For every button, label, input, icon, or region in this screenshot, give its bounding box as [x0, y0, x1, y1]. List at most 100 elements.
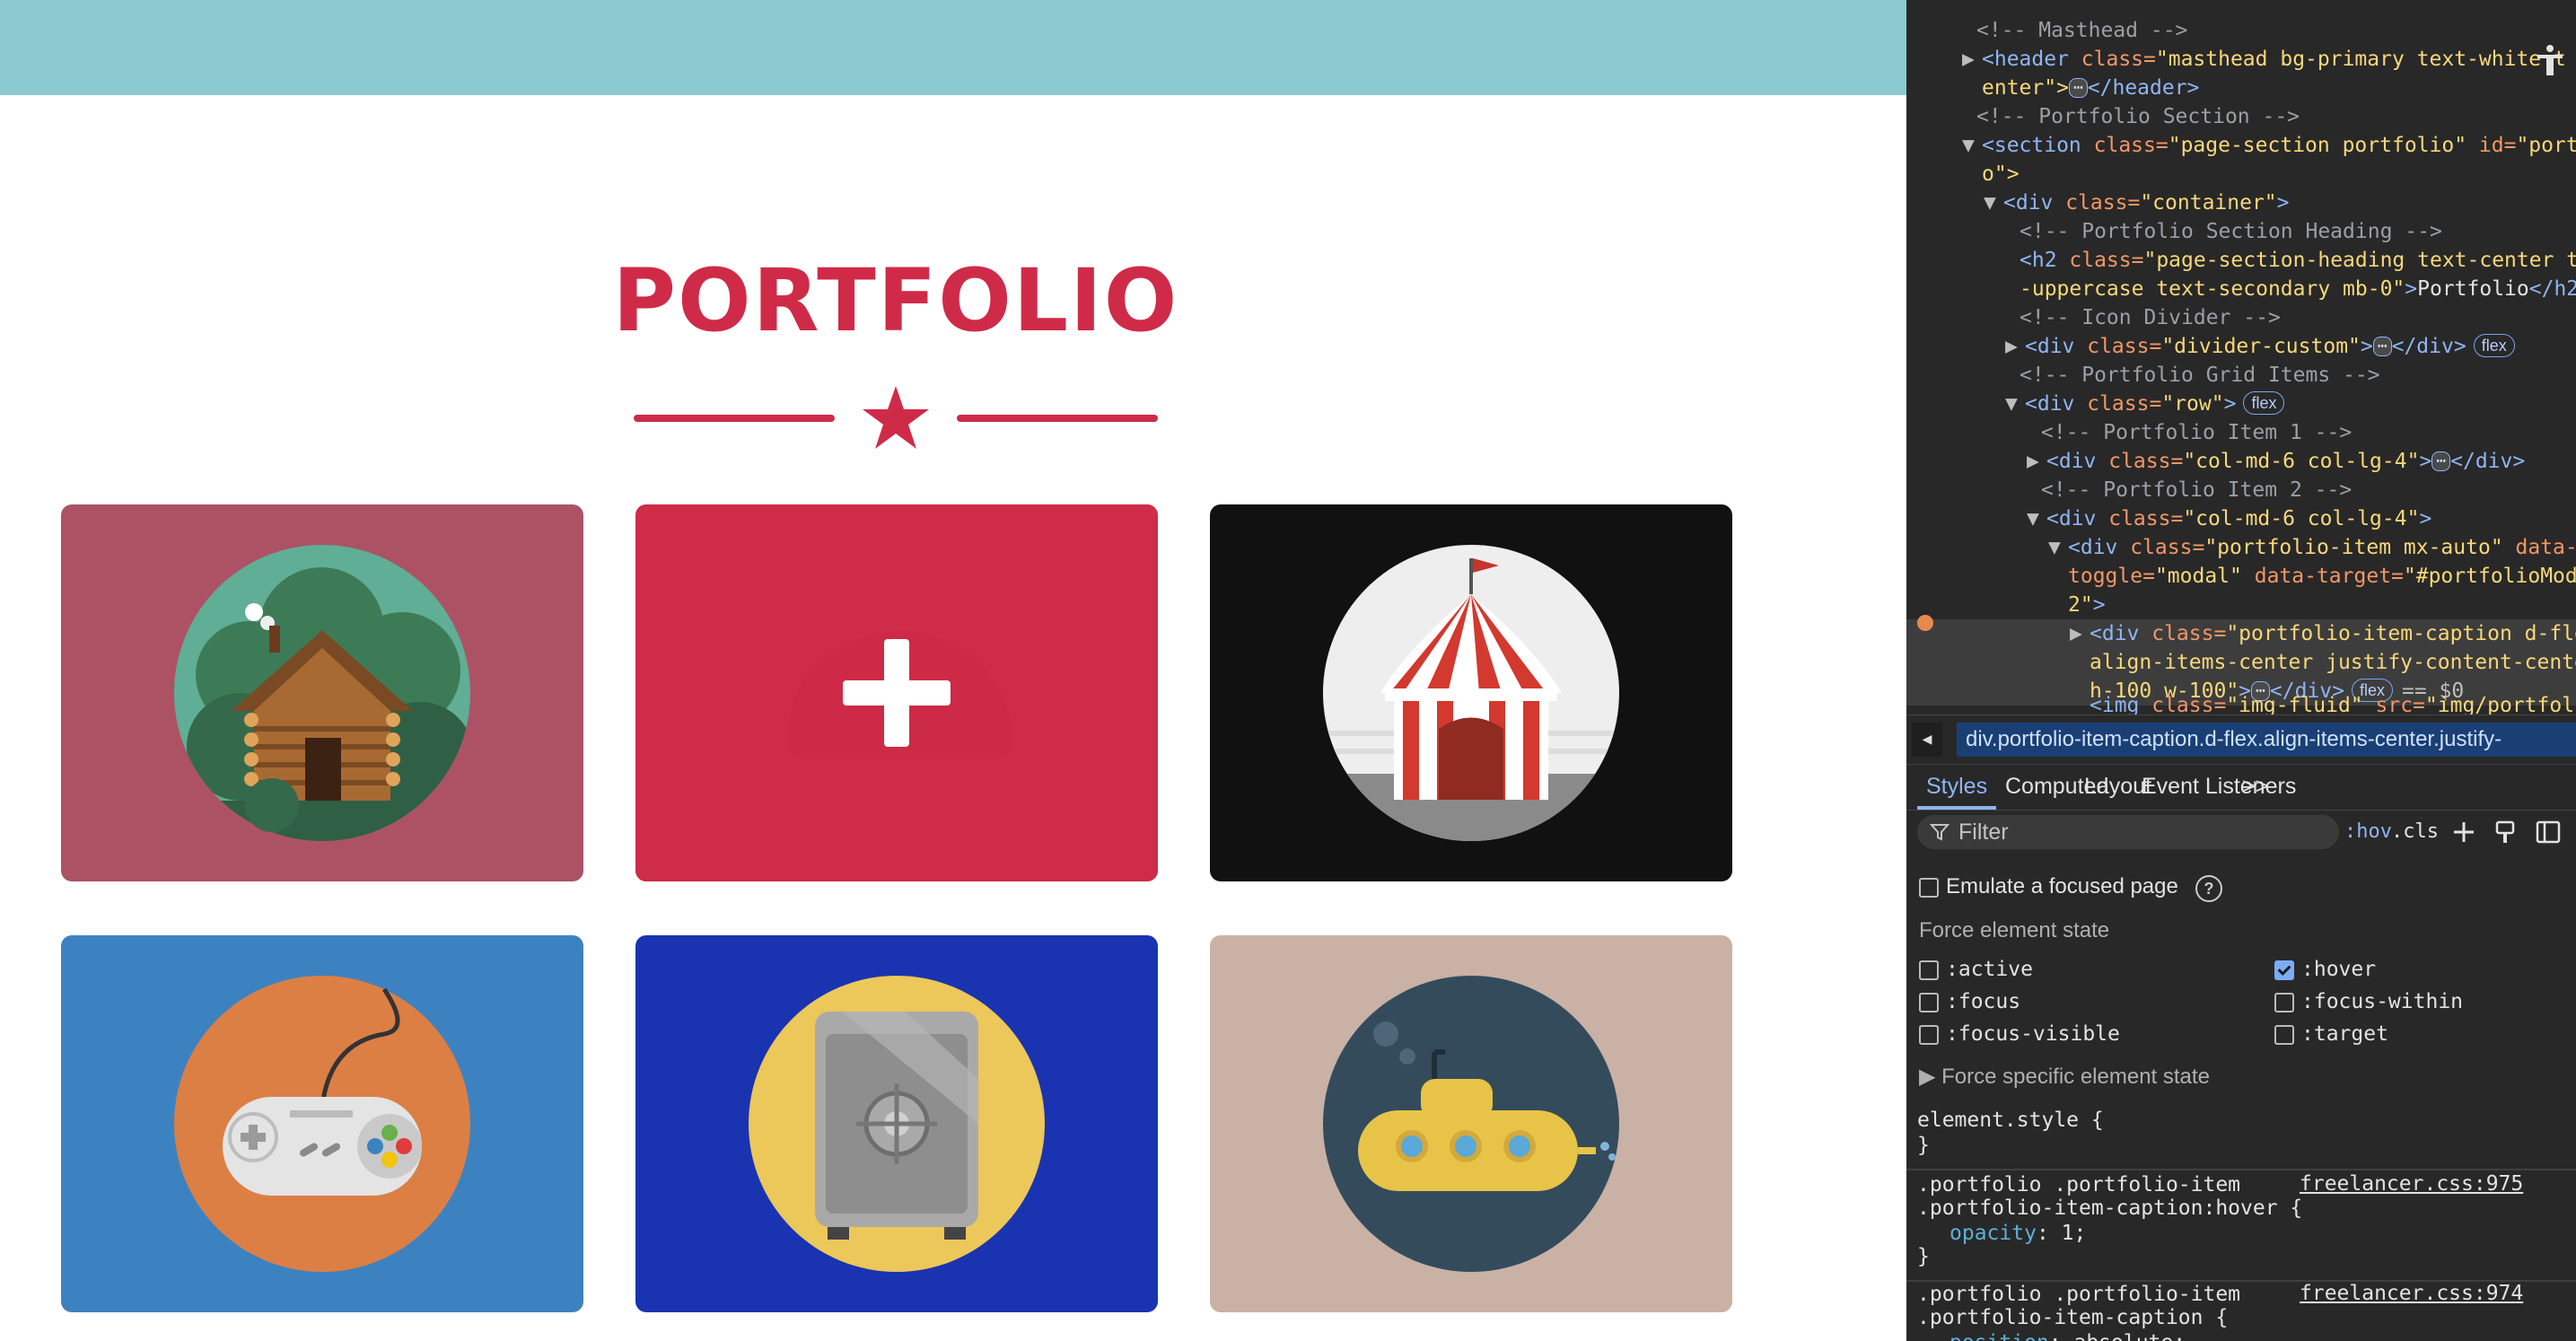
submarine-icon — [1323, 976, 1619, 1272]
divider-line-right — [957, 415, 1158, 422]
dom-tag: > — [2419, 507, 2432, 530]
collapse-triangle-icon[interactable]: ▼ — [2005, 390, 2025, 418]
portfolio-item-caption[interactable] — [635, 504, 1158, 881]
dom-line[interactable]: <!-- Portfolio Grid Items --> — [1906, 361, 2576, 390]
collapse-triangle-icon[interactable]: ▼ — [2048, 533, 2068, 562]
emulate-focus-checkbox[interactable] — [1919, 878, 1939, 898]
dom-comment: <!-- Portfolio Grid Items --> — [2020, 364, 2380, 387]
state-checkbox-focus-visible[interactable] — [1919, 1025, 1939, 1045]
tab-event-listeners[interactable]: Event Listeners — [2142, 763, 2296, 810]
dom-attr-value: "container" — [2140, 191, 2277, 215]
dom-line[interactable]: ▼ <section class="page-section portfolio"… — [1906, 131, 2576, 160]
rule-caption-source-link[interactable]: freelancer.css:974 — [2300, 1282, 2523, 1305]
ellipsis-badge[interactable]: ⋯ — [2068, 78, 2088, 98]
breadcrumb-scroll-left-icon[interactable]: ◀ — [1912, 723, 1942, 757]
portfolio-item-safe[interactable] — [635, 935, 1158, 1312]
portfolio-item-submarine[interactable] — [1210, 935, 1732, 1312]
portfolio-item-game[interactable] — [61, 935, 583, 1312]
dom-tag: </header> — [2087, 76, 2200, 100]
more-tabs-icon[interactable]: >> — [2242, 763, 2268, 810]
dom-line[interactable]: <!-- Icon Divider --> — [1906, 303, 2576, 332]
rule-element-style-selector[interactable]: element.style { — [1917, 1108, 2104, 1133]
flex-badge[interactable]: flex — [2243, 391, 2285, 415]
dom-comment: <!-- Portfolio Item 1 --> — [2041, 421, 2353, 444]
dom-line[interactable]: ▼ <div class="row"> flex — [1906, 390, 2576, 418]
dom-tag: > — [2276, 191, 2290, 215]
dom-attr-value: "#portfolioModal — [2403, 565, 2576, 588]
dom-attr-value: "img-fluid" — [2226, 694, 2363, 714]
breadcrumb-current-node[interactable]: div.portfolio-item-caption.d-flex.align-… — [1957, 723, 2576, 757]
state-label-target: :target — [2301, 1022, 2388, 1046]
accessibility-icon[interactable] — [2535, 43, 2565, 77]
portfolio-item-circus[interactable] — [1210, 504, 1732, 881]
rule-hover-selector[interactable]: .portfolio .portfolio-item — [1917, 1172, 2240, 1197]
dom-line[interactable]: <!-- Portfolio Item 2 --> — [1906, 476, 2576, 504]
expand-triangle-icon[interactable]: ▶ — [1962, 45, 1982, 74]
dom-line[interactable]: <img class="img-fluid" src="img/portfoli… — [1906, 691, 2576, 714]
rule-caption-declaration[interactable]: position: absolute; — [1917, 1330, 2186, 1341]
rule-hover-declaration[interactable]: opacity: 1; — [1917, 1221, 2086, 1246]
force-state-title: Force element state — [1919, 918, 2110, 942]
dom-line[interactable]: ▼ <div class="container"> — [1906, 188, 2576, 217]
expand-triangle-icon[interactable]: ▶ — [2005, 332, 2025, 361]
flex-badge[interactable]: flex — [2473, 334, 2515, 357]
cabin-icon — [174, 545, 470, 841]
state-checkbox-hover[interactable] — [2274, 960, 2294, 980]
cls-toggle-button[interactable]: .cls — [2391, 815, 2439, 849]
paint-brush-icon[interactable] — [2492, 819, 2519, 846]
dom-line[interactable]: -uppercase text-secondary mb-0">Portfoli… — [1906, 275, 2576, 303]
dom-attr-value: "masthead bg-primary text-white t — [2155, 48, 2566, 71]
dom-line[interactable]: o"> — [1906, 160, 2576, 188]
dom-line[interactable]: ▶ <div class="divider-custom"> ⋯ </div> flex — [1906, 332, 2576, 361]
dom-attr-value: align-items-center justify-content-cente… — [2090, 651, 2576, 674]
help-icon[interactable]: ? — [2195, 875, 2222, 902]
dom-tag: </div> — [2391, 335, 2466, 358]
expand-triangle-icon[interactable]: ▶ — [2027, 447, 2046, 476]
state-checkbox-focus[interactable] — [1919, 993, 1939, 1012]
ellipsis-badge[interactable]: ⋯ — [2372, 337, 2392, 356]
portfolio-item-cabin[interactable] — [61, 504, 583, 881]
dom-line[interactable]: <!-- Masthead --> — [1906, 16, 2576, 45]
elements-tree[interactable]: <!-- Masthead --> ▶ <header class="masthe… — [1906, 0, 2576, 714]
state-checkbox-focus-within[interactable] — [2274, 993, 2294, 1012]
emulate-focus-label: Emulate a focused page — [1946, 874, 2178, 898]
expand-triangle-icon[interactable]: ▶ — [2070, 619, 2090, 648]
dom-tag: <div — [2090, 622, 2140, 645]
dom-line[interactable]: ▶ <header class="masthead bg-primary text… — [1906, 45, 2576, 74]
portfolio-item-cake[interactable] — [635, 504, 1158, 881]
dom-tag: </div> — [2450, 450, 2526, 473]
dom-line[interactable]: ▼ <div class="col-md-6 col-lg-4"> — [1906, 504, 2576, 533]
dom-line[interactable]: toggle="modal" data-target="#portfolioMo… — [1906, 562, 2576, 591]
dom-attr: id= — [2466, 134, 2517, 157]
dom-attr: class= — [2074, 392, 2162, 416]
rule-caption-selector-cont[interactable]: .portfolio-item-caption { — [1917, 1305, 2228, 1330]
dom-line[interactable]: <!-- Portfolio Section Heading --> — [1906, 217, 2576, 246]
divider-line-left — [634, 415, 835, 422]
new-style-rule-icon[interactable] — [2450, 819, 2477, 846]
rule-hover-selector-cont[interactable]: .portfolio-item-caption:hover { — [1917, 1196, 2302, 1221]
dom-tag: <div — [2025, 335, 2075, 358]
dom-line[interactable]: <!-- Portfolio Section --> — [1906, 102, 2576, 131]
collapse-triangle-icon[interactable]: ▼ — [1984, 188, 2003, 217]
hov-toggle-button[interactable]: :hov — [2344, 815, 2392, 849]
force-state-panel: Emulate a focused page ? Force element s… — [1906, 855, 2576, 1099]
collapse-triangle-icon[interactable]: ▼ — [1962, 131, 1982, 160]
rule-caption-selector[interactable]: .portfolio .portfolio-item — [1917, 1282, 2240, 1307]
dom-line[interactable]: 2"> — [1906, 591, 2576, 619]
dom-line[interactable]: ▼ <div class="portfolio-item mx-auto" dat… — [1906, 533, 2576, 562]
toggle-sidebar-icon[interactable] — [2535, 819, 2562, 846]
rule-hover-source-link[interactable]: freelancer.css:975 — [2300, 1172, 2523, 1196]
dom-line[interactable]: <!-- Portfolio Item 1 --> — [1906, 418, 2576, 447]
force-specific-state-toggle[interactable]: ▶ Force specific element state — [1919, 1064, 2210, 1091]
dom-tag: > — [2092, 593, 2106, 617]
dom-line[interactable]: <h2 class="page-section-heading text-cen… — [1906, 246, 2576, 275]
state-checkbox-target[interactable] — [2274, 1025, 2294, 1045]
dom-attr: class= — [2117, 536, 2205, 559]
tab-styles[interactable]: Styles — [1916, 763, 1997, 810]
state-checkbox-active[interactable] — [1919, 960, 1939, 980]
collapse-triangle-icon[interactable]: ▼ — [2027, 504, 2046, 533]
ellipsis-badge[interactable]: ⋯ — [2431, 451, 2451, 471]
portfolio-heading: PORTFOLIO — [612, 250, 1179, 351]
dom-line[interactable]: enter"> ⋯ </header> — [1906, 74, 2576, 102]
dom-line[interactable]: ▶ <div class="col-md-6 col-lg-4"> ⋯ </div> — [1906, 447, 2576, 476]
